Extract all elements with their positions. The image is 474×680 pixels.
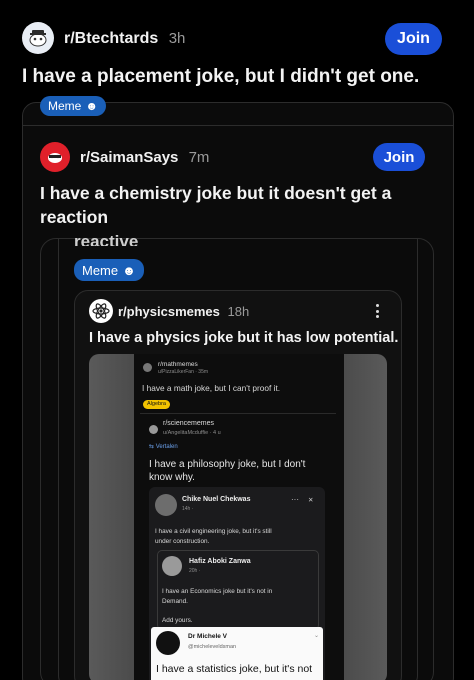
tweet-text: I have a statistics joke, but it's not	[156, 663, 313, 675]
fb-text-line-1: I have a civil engineering joke, but it'…	[155, 528, 272, 535]
divider	[140, 413, 336, 414]
post-title-line-1[interactable]: I have a chemistry joke but it doesn't g…	[40, 183, 391, 204]
subreddit-avatar[interactable]	[40, 142, 70, 172]
subreddit-name[interactable]: r/physicsmemes 18h	[118, 304, 249, 319]
cutoff-title-text: reactive	[74, 232, 139, 246]
post-meta: 20h ·	[189, 568, 201, 574]
close-icon: ✕	[308, 497, 314, 504]
tweet-handle: @micheleveldsman	[188, 644, 237, 650]
translate-link[interactable]: ⇆ Vertalen	[149, 443, 178, 450]
post-time: 3h	[168, 30, 186, 47]
inner-user: u/AngelitaMcduffie · 4 u	[163, 430, 221, 436]
avatar	[149, 425, 158, 434]
fb-text-line-2: under construction.	[155, 538, 210, 545]
reddit-snoo-icon	[29, 30, 47, 47]
subreddit-name[interactable]: r/SaimanSays 7m	[80, 149, 209, 166]
subreddit-avatar[interactable]	[22, 22, 54, 54]
add-yours-text: Add yours.	[162, 617, 193, 624]
inner-user: u/PizzaLikerFan · 35m	[158, 369, 209, 375]
nested-text-line-2: Demand.	[162, 598, 188, 605]
join-button[interactable]: Join	[385, 23, 442, 55]
snoo-emoji-icon: ☻	[85, 99, 98, 113]
translate-label: Vertalen	[155, 444, 178, 450]
inner-title: I have a math joke, but I can't proof it…	[142, 383, 281, 393]
avatar	[155, 494, 177, 516]
flair-label: Meme	[48, 99, 82, 113]
atom-icon	[92, 303, 110, 319]
inner-title-line-1: I have a philosophy joke, but I don't	[149, 459, 306, 470]
more-options-icon: ···	[291, 495, 299, 504]
avatar	[156, 631, 180, 655]
inner-title-line-2: know why.	[149, 472, 195, 483]
chevron-down-icon: ⌄	[314, 633, 320, 639]
subreddit-label[interactable]: r/Btechtards	[64, 30, 158, 47]
poster-name: Hafiz Aboki Zanwa	[189, 558, 251, 565]
avatar	[162, 556, 182, 576]
flair-label: Meme	[82, 262, 119, 278]
subreddit-label[interactable]: r/SaimanSays	[80, 149, 178, 166]
translate-icon: ⇆	[149, 444, 155, 450]
avatar	[143, 363, 152, 372]
reddit-snoo-icon	[48, 153, 62, 163]
post-time: 7m	[188, 149, 210, 166]
flair-badge[interactable]: Meme ☻	[74, 259, 144, 281]
flair-badge[interactable]: Meme ☻	[40, 96, 106, 116]
subreddit-name[interactable]: r/Btechtards 3h	[64, 30, 185, 48]
join-button[interactable]: Join	[373, 143, 425, 171]
divider	[23, 125, 453, 126]
algebra-flair: Algebra	[143, 400, 170, 409]
post-meta: 14h ·	[182, 506, 194, 512]
poster-name: Chike Nuel Chekwas	[182, 496, 251, 503]
inner-subreddit: r/mathmemes	[158, 361, 198, 368]
post-time: 18h	[227, 304, 250, 319]
subreddit-avatar[interactable]	[89, 299, 113, 323]
post-title[interactable]: I have a placement joke, but I didn't ge…	[22, 66, 419, 88]
post-title-line-2[interactable]: reaction	[40, 207, 108, 228]
nested-text-line-1: I have an Economics joke but it's not in	[162, 588, 273, 595]
inner-subreddit: r/sciencememes	[163, 420, 214, 427]
snoo-emoji-icon: ☻	[122, 262, 136, 278]
post-title[interactable]: I have a physics joke but it has low pot…	[89, 330, 398, 346]
tweet-author: Dr Michele V	[188, 633, 228, 640]
more-options-icon[interactable]	[372, 301, 382, 321]
subreddit-label[interactable]: r/physicsmemes	[118, 304, 220, 319]
